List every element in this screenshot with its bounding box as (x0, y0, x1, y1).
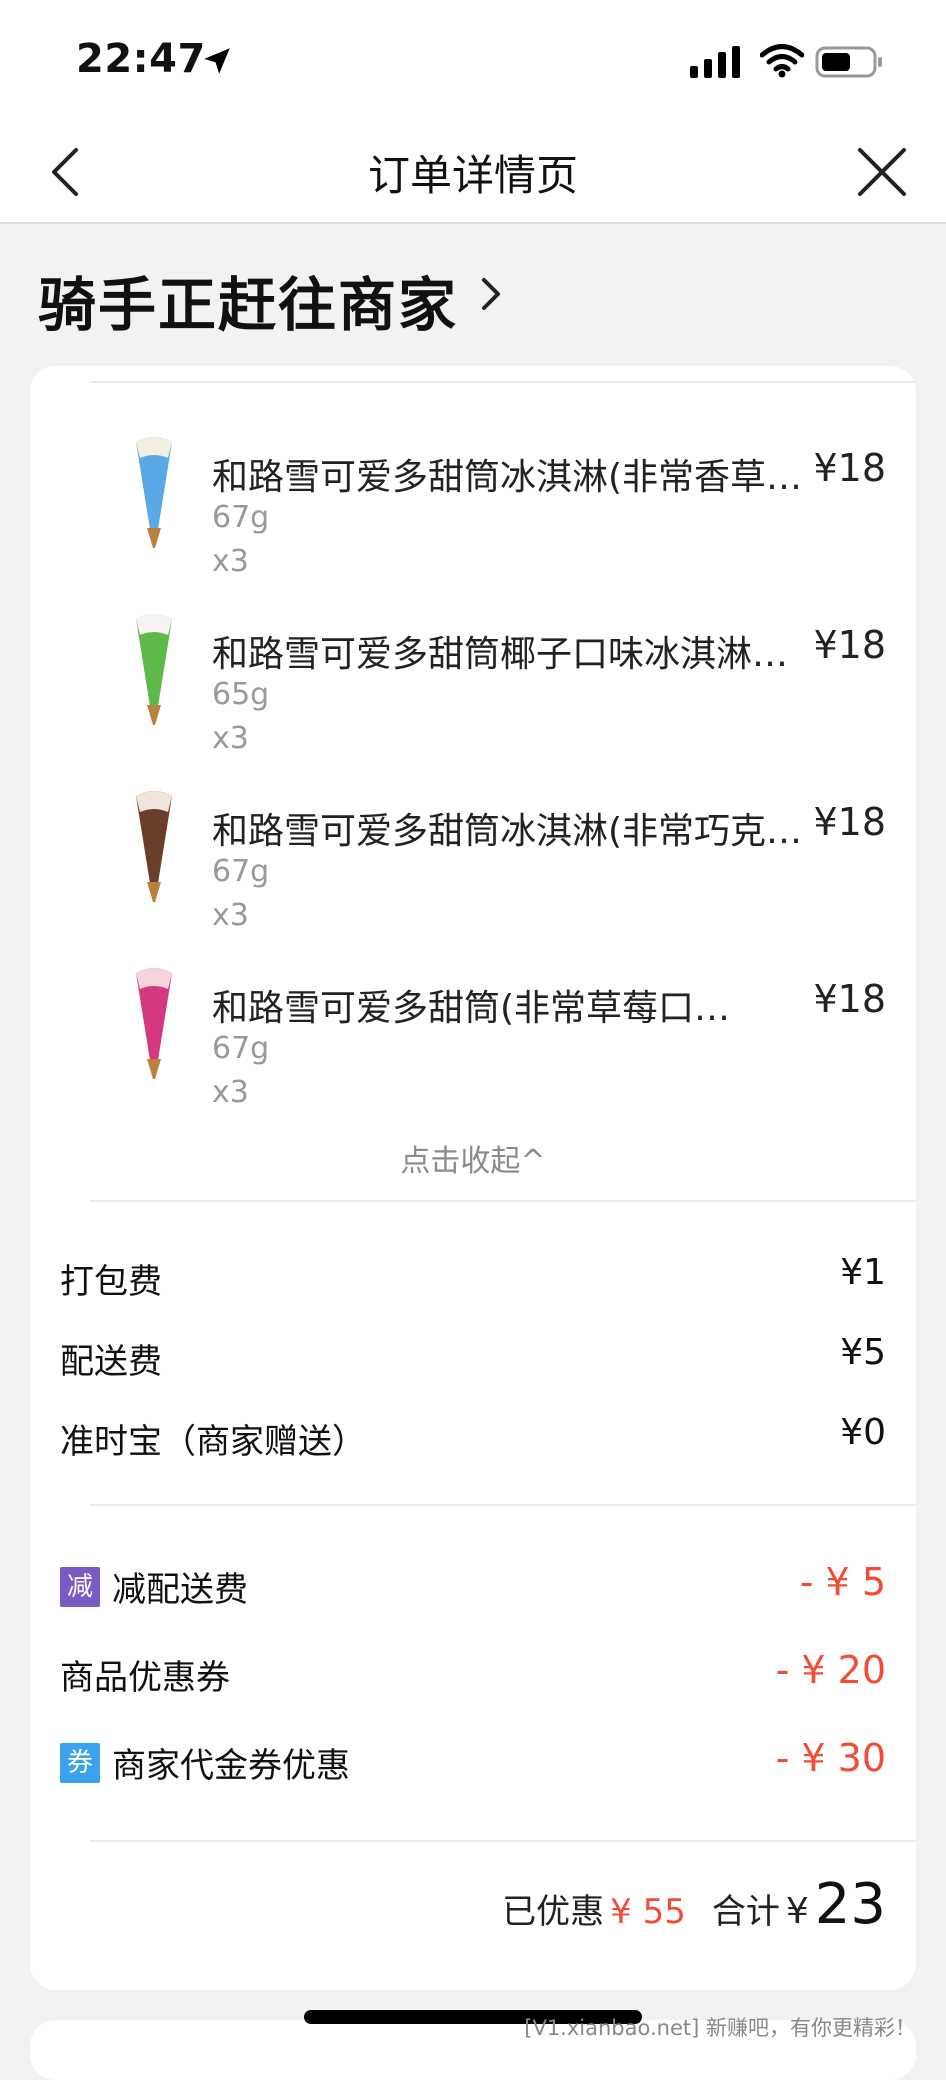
item-price: ¥18 (813, 446, 886, 490)
total-label: 合计 (711, 1892, 780, 1932)
total-currency: ¥ (785, 1891, 809, 1932)
cellular-signal-icon (690, 46, 740, 78)
order-item-3[interactable]: 和路雪可爱多甜筒冰淇淋(非常巧克… 67g x3 ¥18 (30, 782, 916, 952)
fee-row-packaging: 打包费 ¥1 (60, 1248, 886, 1308)
order-total: 已优惠 ¥ 55 合计 ¥23 (502, 1872, 886, 1937)
order-item-1[interactable]: 和路雪可爱多甜筒冰淇淋(非常香草… 67g x3 ¥18 (30, 428, 916, 598)
item-spec: 67g (212, 1031, 270, 1066)
item-price: ¥18 (813, 977, 886, 1021)
item-qty: x3 (212, 544, 249, 579)
divider (90, 1840, 916, 1842)
divider (90, 381, 916, 383)
fee-row-ontime-guarantee[interactable]: 准时宝（商家赠送） ¥0 (60, 1408, 886, 1468)
chevron-right-icon[interactable] (476, 272, 508, 316)
item-name: 和路雪可爱多甜筒冰淇淋(非常巧克… (212, 811, 803, 852)
fee-row-delivery: 配送费 ¥5 (60, 1328, 886, 1388)
fee-label: 打包费 (60, 1262, 162, 1302)
nav-bar: 订单详情页 (0, 120, 946, 224)
discount-row-product-coupon: 商品优惠券 - ¥ 20 (60, 1644, 886, 1704)
item-qty: x3 (212, 898, 249, 933)
status-time: 22:47 (76, 36, 206, 82)
close-icon[interactable] (852, 142, 912, 202)
item-qty: x3 (212, 721, 249, 756)
fee-value: ¥0 (840, 1412, 886, 1453)
saved-value: ¥ 55 (610, 1892, 686, 1932)
order-detail-card: 和路雪可爱多甜筒冰淇淋(非常香草… 67g x3 ¥18 和路雪可爱多甜筒椰子口… (30, 366, 916, 1990)
discount-value: - ¥ 5 (799, 1560, 886, 1604)
item-name: 和路雪可爱多甜筒冰淇淋(非常香草… (212, 457, 803, 498)
fee-label: 配送费 (60, 1342, 162, 1382)
watermark: [V1.xianbao.net] 新赚吧，有你更精彩！ (524, 2016, 916, 2040)
ice-cream-cone-image (136, 968, 172, 1079)
item-spec: 65g (212, 677, 270, 712)
location-arrow-icon (204, 48, 230, 74)
discount-tag-icon: 减 (60, 1566, 100, 1607)
order-item-2[interactable]: 和路雪可爱多甜筒椰子口味冰淇淋… 65g x3 ¥18 (30, 605, 916, 775)
item-price: ¥18 (813, 623, 886, 667)
status-bar: 22:47 (0, 0, 946, 120)
item-spec: 67g (212, 500, 270, 535)
divider (90, 1504, 916, 1506)
total-value: 23 (814, 1872, 886, 1937)
coupon-tag-icon: 券 (60, 1742, 100, 1783)
discount-label: 商品优惠券 (60, 1658, 230, 1698)
wifi-icon (760, 44, 804, 78)
item-name: 和路雪可爱多甜筒椰子口味冰淇淋… (212, 634, 789, 675)
discount-row-merchant-voucher: 券 商家代金券优惠 - ¥ 30 (60, 1732, 886, 1792)
ice-cream-cone-image (136, 791, 172, 902)
fee-value: ¥5 (840, 1332, 886, 1373)
fee-label: 准时宝（商家赠送） (60, 1422, 366, 1462)
divider (90, 1200, 916, 1202)
ice-cream-cone-image (136, 614, 172, 725)
discount-label: 商家代金券优惠 (112, 1746, 350, 1786)
collapse-items-button[interactable]: 点击收起^ (30, 1136, 916, 1180)
item-price: ¥18 (813, 800, 886, 844)
fee-value: ¥1 (840, 1252, 886, 1293)
discount-value: - ¥ 20 (775, 1648, 886, 1692)
order-status-heading[interactable]: 骑手正赶往商家 (38, 258, 458, 342)
battery-icon (815, 46, 882, 78)
item-name: 和路雪可爱多甜筒(非常草莓口… (212, 988, 731, 1029)
item-spec: 67g (212, 854, 270, 889)
discount-value: - ¥ 30 (775, 1736, 886, 1780)
discount-row-delivery: 减 减配送费 - ¥ 5 (60, 1556, 886, 1616)
ice-cream-cone-image (136, 437, 172, 548)
order-item-4[interactable]: 和路雪可爱多甜筒(非常草莓口… 67g x3 ¥18 (30, 959, 916, 1129)
page-title: 订单详情页 (367, 151, 578, 200)
discount-label: 减配送费 (112, 1570, 248, 1610)
saved-label: 已优惠 (502, 1892, 605, 1932)
item-qty: x3 (212, 1075, 249, 1110)
